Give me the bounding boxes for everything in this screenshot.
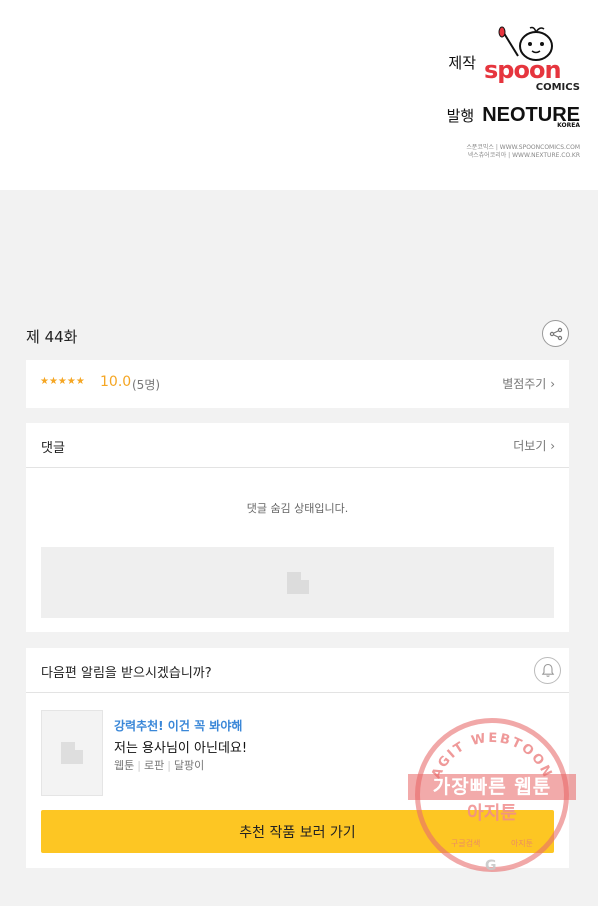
watermark-stamp: AGIT WEBTOON 가장빠른 웹툰 아지툰 구글검색 아지툰 G: [408, 718, 576, 886]
notify-bell-button[interactable]: [534, 657, 561, 684]
bell-icon: [541, 663, 554, 677]
meta-separator: |: [137, 759, 141, 772]
credits-banner: 제작 spoon COMICS 발행 NEOTURE KOREA 스푼코믹스 |…: [0, 0, 598, 190]
chevron-right-icon: ›: [550, 439, 555, 453]
meta-genre: 로판: [143, 759, 165, 772]
credits-footer-line: 넥스츄어코리아 | WWW.NEXTURE.CO.KR: [467, 152, 580, 159]
image-placeholder-icon: [61, 742, 83, 764]
star-rating: ★★★★★: [40, 376, 85, 387]
spoon-comics-logo: spoon COMICS: [484, 26, 580, 98]
notify-header: 다음편 알림을 받으시겠습니까?: [26, 648, 569, 693]
recommendation-title[interactable]: 저는 용사님이 아닌데요!: [114, 737, 247, 756]
maker-row: 제작 spoon COMICS: [448, 26, 580, 98]
spoon-logo-text: spoon: [484, 56, 562, 84]
share-button[interactable]: [542, 320, 569, 347]
watermark-line2: 아지툰: [467, 803, 517, 824]
ad-placeholder[interactable]: [41, 547, 554, 618]
meta-type: 웹툰: [114, 759, 135, 772]
rating-card: ★★★★★ 10.0 (5명) 별점주기 ›: [26, 360, 569, 408]
comments-title: 댓글: [41, 441, 65, 456]
recommendation-meta: 웹툰 | 로판 | 달팡이: [114, 757, 204, 773]
maker-label: 제작: [448, 53, 476, 72]
watermark-bottom: 구글검색 아지툰: [408, 838, 576, 849]
watermark-bottom-right: 아지툰: [510, 839, 534, 848]
comments-header: 댓글 더보기 ›: [26, 423, 569, 468]
notify-question: 다음편 알림을 받으시겠습니까?: [41, 666, 212, 681]
episode-header: 제 44화: [26, 320, 571, 350]
spoon-logo-sub: COMICS: [535, 82, 580, 93]
comments-hidden-message: 댓글 숨김 상태입니다.: [246, 502, 349, 515]
comments-card: 댓글 더보기 › 댓글 숨김 상태입니다.: [26, 423, 569, 632]
rating-score: 10.0: [100, 374, 132, 390]
watermark-g-logo: G: [485, 858, 497, 874]
share-icon: [549, 327, 562, 340]
publisher-label: 발행: [446, 107, 475, 125]
recommendation-tag: 강력추천! 이건 꼭 봐야해: [114, 719, 243, 733]
episode-title: 제 44화: [26, 328, 78, 346]
comments-more-button[interactable]: 더보기 ›: [513, 437, 555, 454]
rate-button-label: 별점주기: [502, 377, 547, 391]
neoture-logo-sub: KOREA: [557, 122, 580, 129]
meta-author: 달팡이: [173, 759, 205, 772]
image-placeholder-icon: [286, 571, 309, 594]
watermark-line1: 가장빠른 웹툰: [408, 774, 576, 800]
comments-more-label: 더보기: [513, 439, 547, 453]
meta-separator: |: [167, 759, 171, 772]
watermark-bottom-left: 구글검색: [450, 839, 481, 848]
chevron-right-icon: ›: [550, 377, 555, 391]
recommendation-thumbnail[interactable]: [41, 710, 103, 796]
rating-votes: (5명): [132, 378, 161, 392]
rate-button[interactable]: 별점주기 ›: [502, 375, 555, 392]
